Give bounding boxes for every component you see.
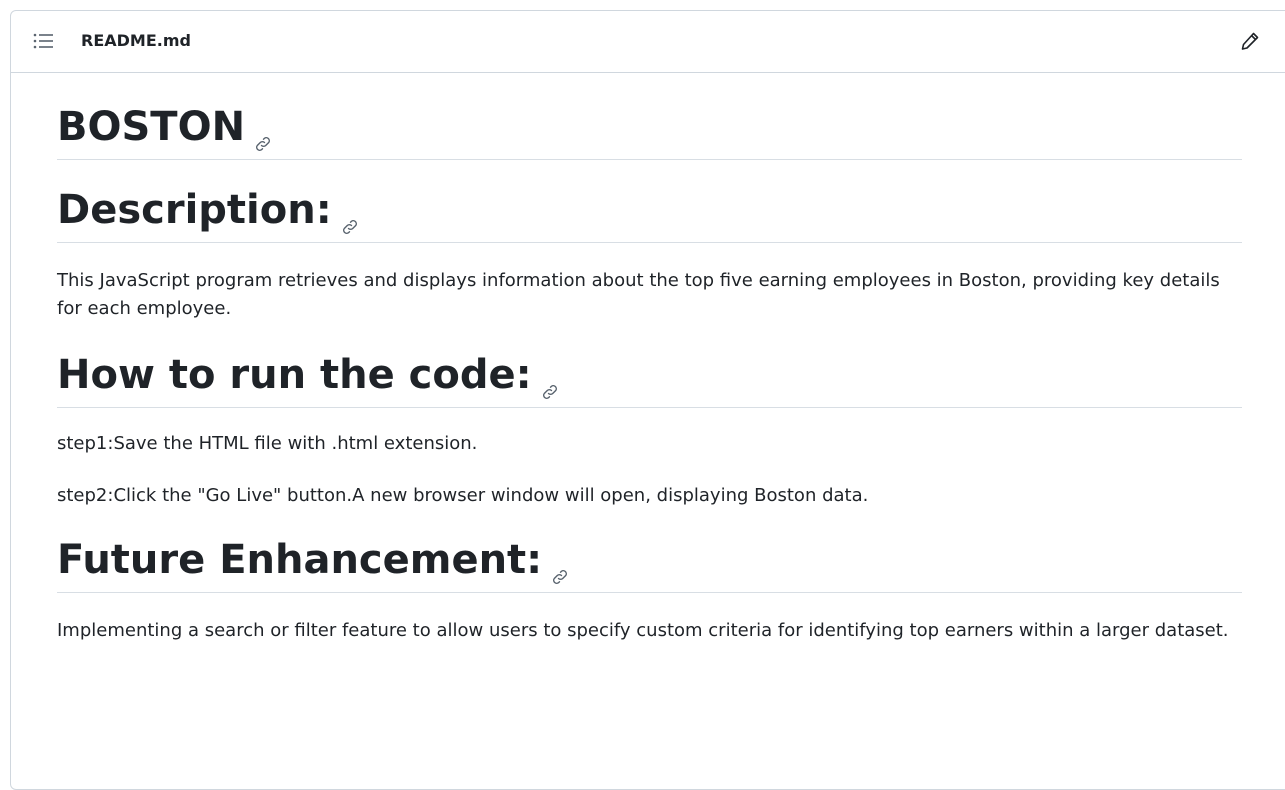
- step1-paragraph: step1:Save the HTML file with .html exte…: [57, 433, 478, 454]
- heading-text: How to run the code:: [57, 352, 532, 398]
- heading-text: Description:: [57, 187, 332, 233]
- readme-panel: README.md BOSTON Description: This JavaS…: [10, 10, 1285, 790]
- heading-future-enhancement: Future Enhancement:: [57, 510, 1242, 593]
- list-unordered-icon[interactable]: [33, 32, 55, 50]
- title-text: BOSTON: [57, 104, 246, 150]
- step2-paragraph: step2:Click the "Go Live" button.A new b…: [57, 485, 869, 506]
- heading-how-to-run: How to run the code:: [57, 325, 1242, 408]
- link-icon[interactable]: [340, 200, 360, 234]
- link-icon[interactable]: [550, 550, 570, 584]
- markdown-body: BOSTON Description: This JavaScript prog…: [57, 73, 1242, 645]
- readme-title: BOSTON: [57, 73, 1242, 160]
- link-icon[interactable]: [253, 117, 273, 151]
- future-paragraph: Implementing a search or filter feature …: [57, 620, 1229, 641]
- readme-header: README.md: [11, 11, 1285, 73]
- heading-description: Description:: [57, 160, 1242, 243]
- heading-text: Future Enhancement:: [57, 537, 543, 583]
- link-icon[interactable]: [540, 365, 560, 399]
- file-name[interactable]: README.md: [81, 31, 191, 51]
- pencil-icon[interactable]: [1239, 30, 1261, 52]
- description-paragraph: This JavaScript program retrieves and di…: [57, 270, 1220, 319]
